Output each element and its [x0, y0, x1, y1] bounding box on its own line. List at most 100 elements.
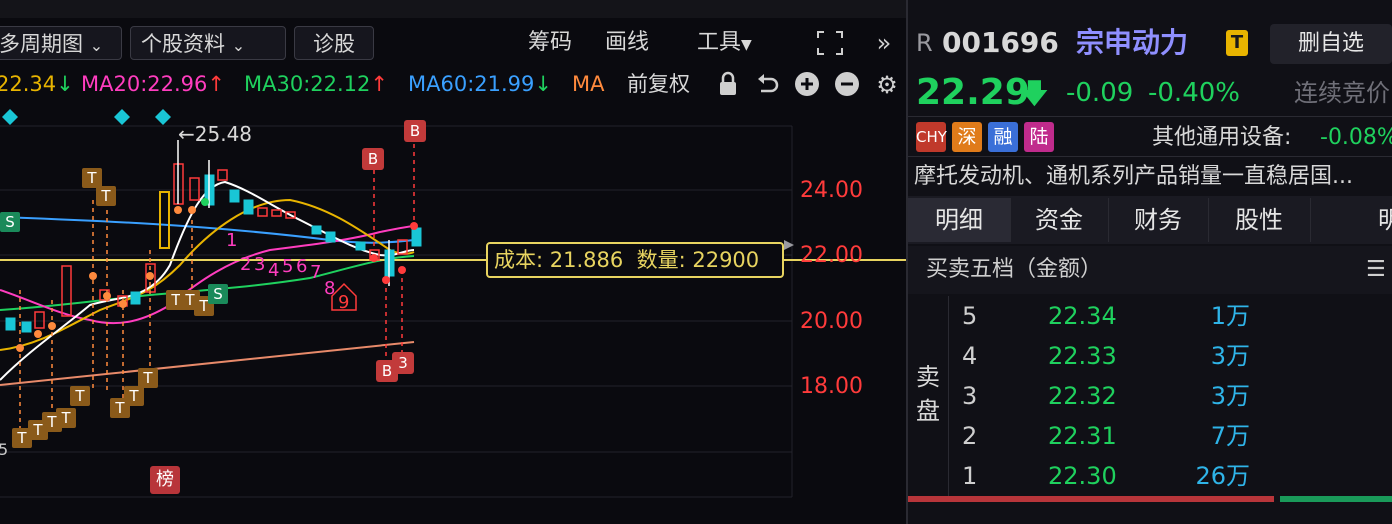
sector-label[interactable]: 其他通用设备:: [1152, 124, 1291, 152]
zoom-in-icon[interactable]: [794, 71, 820, 103]
count-4: 4: [268, 260, 279, 281]
tab-financials[interactable]: 财务: [1108, 198, 1209, 242]
rank-list-badge[interactable]: 榜: [150, 466, 180, 494]
price-axis-22: 22.00: [800, 243, 863, 268]
down-arrow-icon: 🡇: [1020, 77, 1049, 110]
multi-period-label: 多周期图: [0, 32, 83, 56]
multi-period-menu[interactable]: 多周期图 ⌄: [0, 26, 122, 60]
t-marker[interactable]: T: [138, 368, 158, 388]
candle: [61, 265, 72, 317]
candle: [271, 209, 282, 217]
tag-margin[interactable]: 融: [988, 122, 1018, 152]
count-2: 2: [240, 254, 251, 275]
lock-icon[interactable]: [716, 71, 740, 103]
ma60-value: MA60:21.99↓: [408, 72, 553, 96]
tab-funds[interactable]: 资金: [1010, 198, 1109, 242]
price-axis-24: 24.00: [800, 178, 863, 203]
stock-info-menu[interactable]: 个股资料 ⌄: [130, 26, 286, 60]
level-amount: 26万: [1195, 462, 1250, 490]
chips-button[interactable]: 筹码: [528, 28, 572, 58]
orderbook-title: 买卖五档（金额）: [926, 257, 1103, 282]
t-marker[interactable]: T: [70, 386, 90, 406]
svg-text:9: 9: [338, 292, 349, 313]
t-marker[interactable]: T: [12, 428, 32, 448]
price-change: -0.09: [1066, 78, 1134, 108]
count-6: 6: [296, 256, 307, 277]
t-marker[interactable]: T: [96, 186, 116, 206]
candle: [257, 207, 268, 217]
gear-icon[interactable]: ⚙: [873, 71, 901, 99]
t-marker[interactable]: T: [110, 398, 130, 418]
level-price: 22.32: [1048, 382, 1117, 410]
ma-settings-label[interactable]: MA: [572, 70, 604, 98]
remove-watchlist-button[interactable]: 删自选: [1270, 24, 1392, 64]
cost-value: 成本: 21.886: [494, 248, 624, 272]
candle: [21, 321, 32, 333]
draw-line-button[interactable]: 画线: [605, 28, 649, 58]
sell-level-4[interactable]: 4 22.33 3万: [908, 336, 1392, 376]
stock-info-label: 个股资料: [141, 32, 225, 56]
count-5: 5: [282, 256, 293, 277]
level-amount: 3万: [1210, 382, 1250, 410]
level-number: 4: [962, 342, 978, 370]
tab-detail[interactable]: 明细: [908, 198, 1011, 242]
menu-icon[interactable]: ☰: [1366, 254, 1386, 286]
last-price: 22.29: [916, 72, 1030, 113]
cost-tooltip: 成本: 21.886 数量: 22900: [486, 242, 784, 278]
b-marker[interactable]: B: [362, 148, 384, 170]
b-marker[interactable]: B: [404, 120, 426, 142]
sell-level-1[interactable]: 1 22.30 26万: [908, 456, 1392, 496]
signal-diamonds: [2, 109, 171, 125]
level-price: 22.33: [1048, 342, 1117, 370]
sell-level-2[interactable]: 2 22.31 7万: [908, 416, 1392, 456]
zoom-out-icon[interactable]: [834, 71, 860, 103]
tab-stock-character[interactable]: 股性: [1208, 198, 1311, 242]
top-strip: [0, 0, 906, 18]
sell-level-5[interactable]: 5 22.34 1万: [908, 296, 1392, 336]
t-badge[interactable]: T: [1226, 30, 1248, 56]
truncated-count: 5: [0, 440, 9, 459]
candle: [217, 169, 228, 181]
candle: [229, 189, 240, 203]
price-axis-20: 20.00: [800, 309, 863, 334]
candle: [325, 231, 336, 243]
t-marker[interactable]: T: [82, 168, 102, 188]
count-sequence: 1 2 3 4 5 6 7 8: [226, 230, 335, 299]
sell-orderbook: 卖 盘 5 22.34 1万 4 22.33 3万 3 22.32 3万 2 2…: [908, 296, 1392, 496]
grid-lines: [0, 125, 793, 498]
ma10-value: 22.34↓: [0, 72, 74, 96]
level-number: 1: [962, 462, 978, 490]
panel-divider: [906, 0, 908, 524]
candle: [34, 311, 45, 329]
adjust-mode-label[interactable]: 前复权: [627, 70, 690, 98]
level-number: 5: [962, 302, 978, 330]
tab-more[interactable]: 明: [1310, 198, 1392, 242]
count-3-marker[interactable]: 3: [392, 352, 414, 374]
kline-chart[interactable]: 1 2 3 4 5 6 7 8 9 ←25.48: [0, 100, 906, 524]
diagnose-button[interactable]: 诊股: [294, 26, 374, 60]
fullscreen-icon[interactable]: [814, 29, 846, 63]
stock-name: 宗申动力: [1076, 26, 1189, 59]
level-number: 3: [962, 382, 978, 410]
level-amount: 1万: [1210, 302, 1250, 330]
level-amount: 7万: [1210, 422, 1250, 450]
ma30-value: MA30:22.12↑: [244, 72, 389, 96]
s-marker[interactable]: S: [208, 284, 228, 304]
level-price: 22.30: [1048, 462, 1117, 490]
kline-chart-panel: 多周期图 ⌄ 个股资料 ⌄ 诊股 筹码 画线 工具▼ » 22.34↓ MA20…: [0, 0, 906, 524]
tag-northbound[interactable]: 陆: [1024, 122, 1054, 152]
sell-level-3[interactable]: 3 22.32 3万: [908, 376, 1392, 416]
undo-icon[interactable]: [754, 71, 780, 103]
diamond-marker: [114, 109, 130, 125]
count-9-badge: 9: [331, 282, 357, 313]
tag-shenzhen[interactable]: 深: [952, 122, 982, 152]
diamond-marker: [2, 109, 18, 125]
ma20-value: MA20:22.96↑: [81, 72, 226, 96]
axis-pointer-icon: [784, 240, 794, 250]
tools-menu[interactable]: 工具▼: [697, 28, 752, 60]
s-marker[interactable]: S: [0, 212, 20, 232]
double-chevron-right-icon[interactable]: »: [872, 29, 896, 57]
tag-chy[interactable]: CHY: [916, 122, 947, 152]
news-ticker[interactable]: 摩托发动机、通机系列产品销量一直稳居国...: [914, 162, 1390, 192]
dots: [16, 198, 418, 352]
